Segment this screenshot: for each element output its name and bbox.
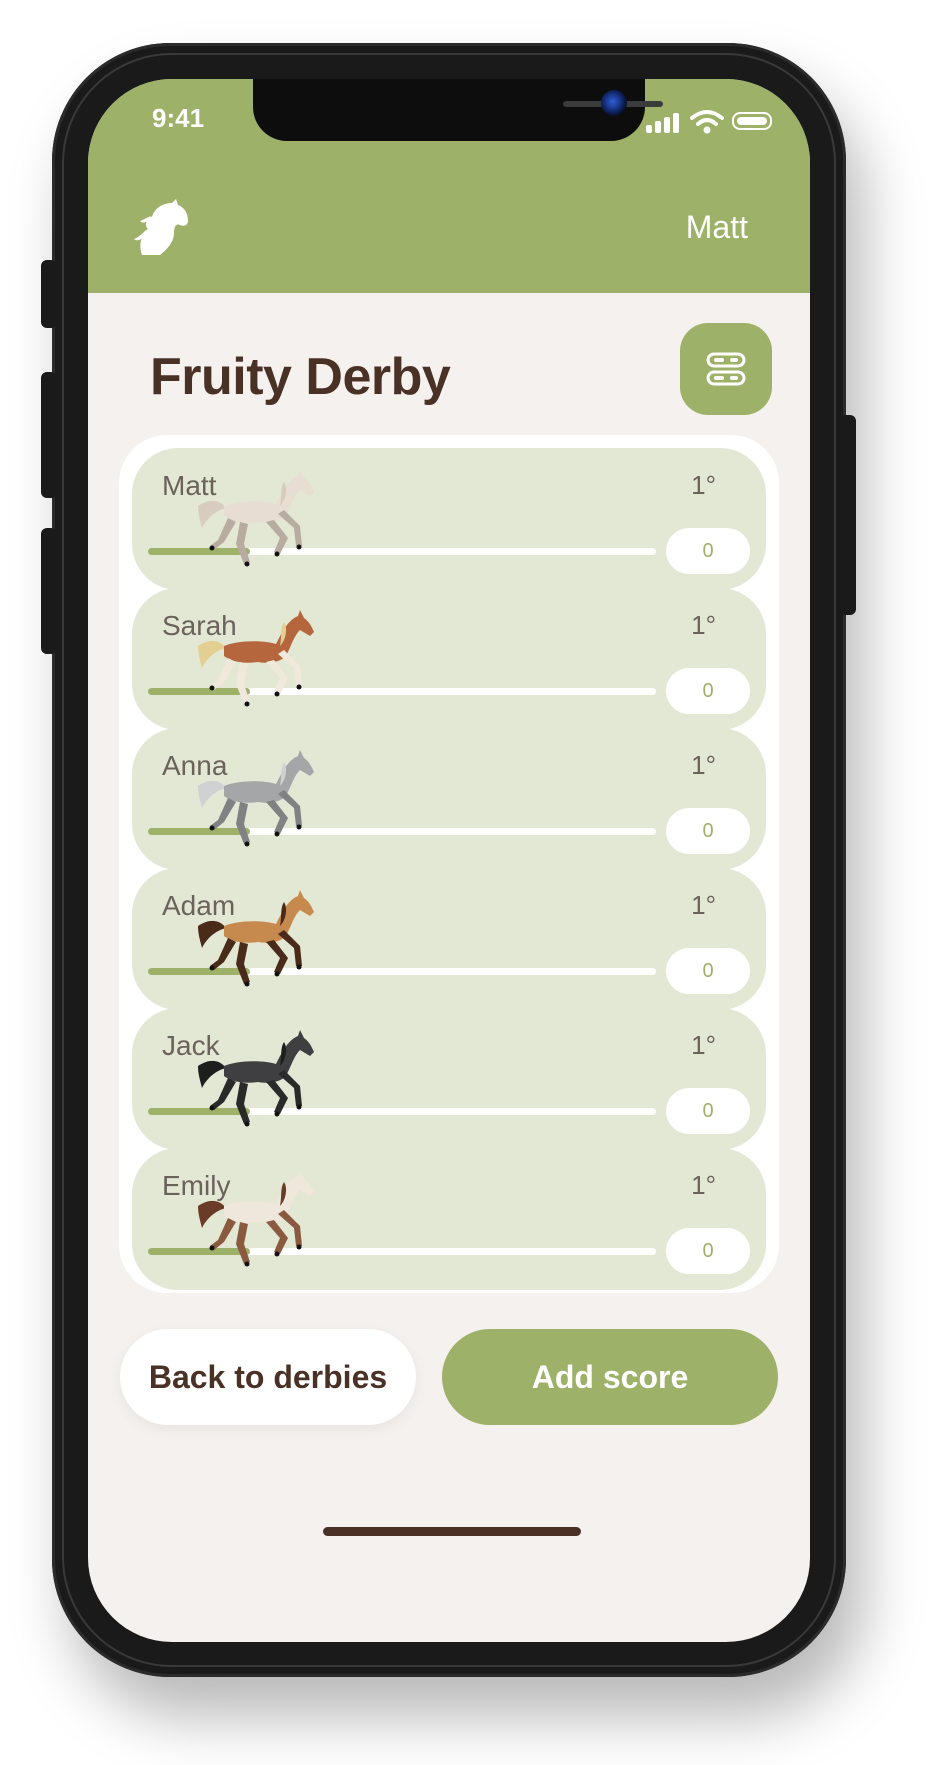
horse-icon <box>198 750 314 847</box>
cellular-signal-icon <box>646 111 682 133</box>
player-rank: 1° <box>691 1030 716 1060</box>
horse-icon <box>198 1170 314 1267</box>
player-row[interactable]: Sarah 1° 0 <box>132 588 766 730</box>
score-input[interactable]: 0 <box>666 528 750 574</box>
score-input[interactable]: 0 <box>666 1228 750 1274</box>
score-input[interactable]: 0 <box>666 1088 750 1134</box>
horse-icon <box>198 1030 314 1127</box>
battery-icon <box>732 112 772 130</box>
horse-icon <box>198 470 314 567</box>
add-score-button[interactable]: Add score <box>442 1329 778 1425</box>
front-camera <box>601 90 627 116</box>
wifi-icon <box>690 110 724 134</box>
volume-up-button <box>41 372 57 498</box>
settings-button[interactable] <box>680 323 772 415</box>
player-row[interactable]: Adam 1° 0 <box>132 868 766 1010</box>
player-row[interactable]: Jack 1° 0 <box>132 1008 766 1150</box>
player-row[interactable]: Matt 1° 0 <box>132 448 766 590</box>
horse-icon <box>198 890 314 987</box>
player-row[interactable]: Emily 1° 0 <box>132 1148 766 1290</box>
player-rank: 1° <box>691 1170 716 1200</box>
app-header: 9:41 Matt <box>88 79 810 293</box>
notch <box>253 79 663 141</box>
page-title: Fruity Derby <box>150 348 451 406</box>
player-rank: 1° <box>691 750 716 780</box>
horse-head-icon[interactable] <box>130 199 192 257</box>
back-to-derbies-button[interactable]: Back to derbies <box>120 1329 416 1425</box>
player-rank: 1° <box>691 470 716 500</box>
score-input[interactable]: 0 <box>666 668 750 714</box>
app-screen: 9:41 Matt Fruity Derby Matt 1° 0 Sarah 1… <box>88 79 810 1642</box>
score-input[interactable]: 0 <box>666 948 750 994</box>
volume-down-button <box>41 528 57 654</box>
user-name[interactable]: Matt <box>686 209 748 246</box>
score-input[interactable]: 0 <box>666 808 750 854</box>
player-row[interactable]: Anna 1° 0 <box>132 728 766 870</box>
player-rank: 1° <box>691 890 716 920</box>
horse-icon <box>198 610 314 707</box>
silent-switch <box>41 260 57 328</box>
status-time: 9:41 <box>152 103 205 133</box>
status-icons <box>646 109 776 135</box>
power-button <box>840 415 856 615</box>
toggles-icon <box>706 352 746 386</box>
derby-leaderboard: Matt 1° 0 Sarah 1° 0 Anna 1° 0 Adam 1° 0 Jack 1° 0 Emil… <box>119 435 779 1293</box>
home-indicator[interactable] <box>323 1527 581 1536</box>
player-rank: 1° <box>691 610 716 640</box>
